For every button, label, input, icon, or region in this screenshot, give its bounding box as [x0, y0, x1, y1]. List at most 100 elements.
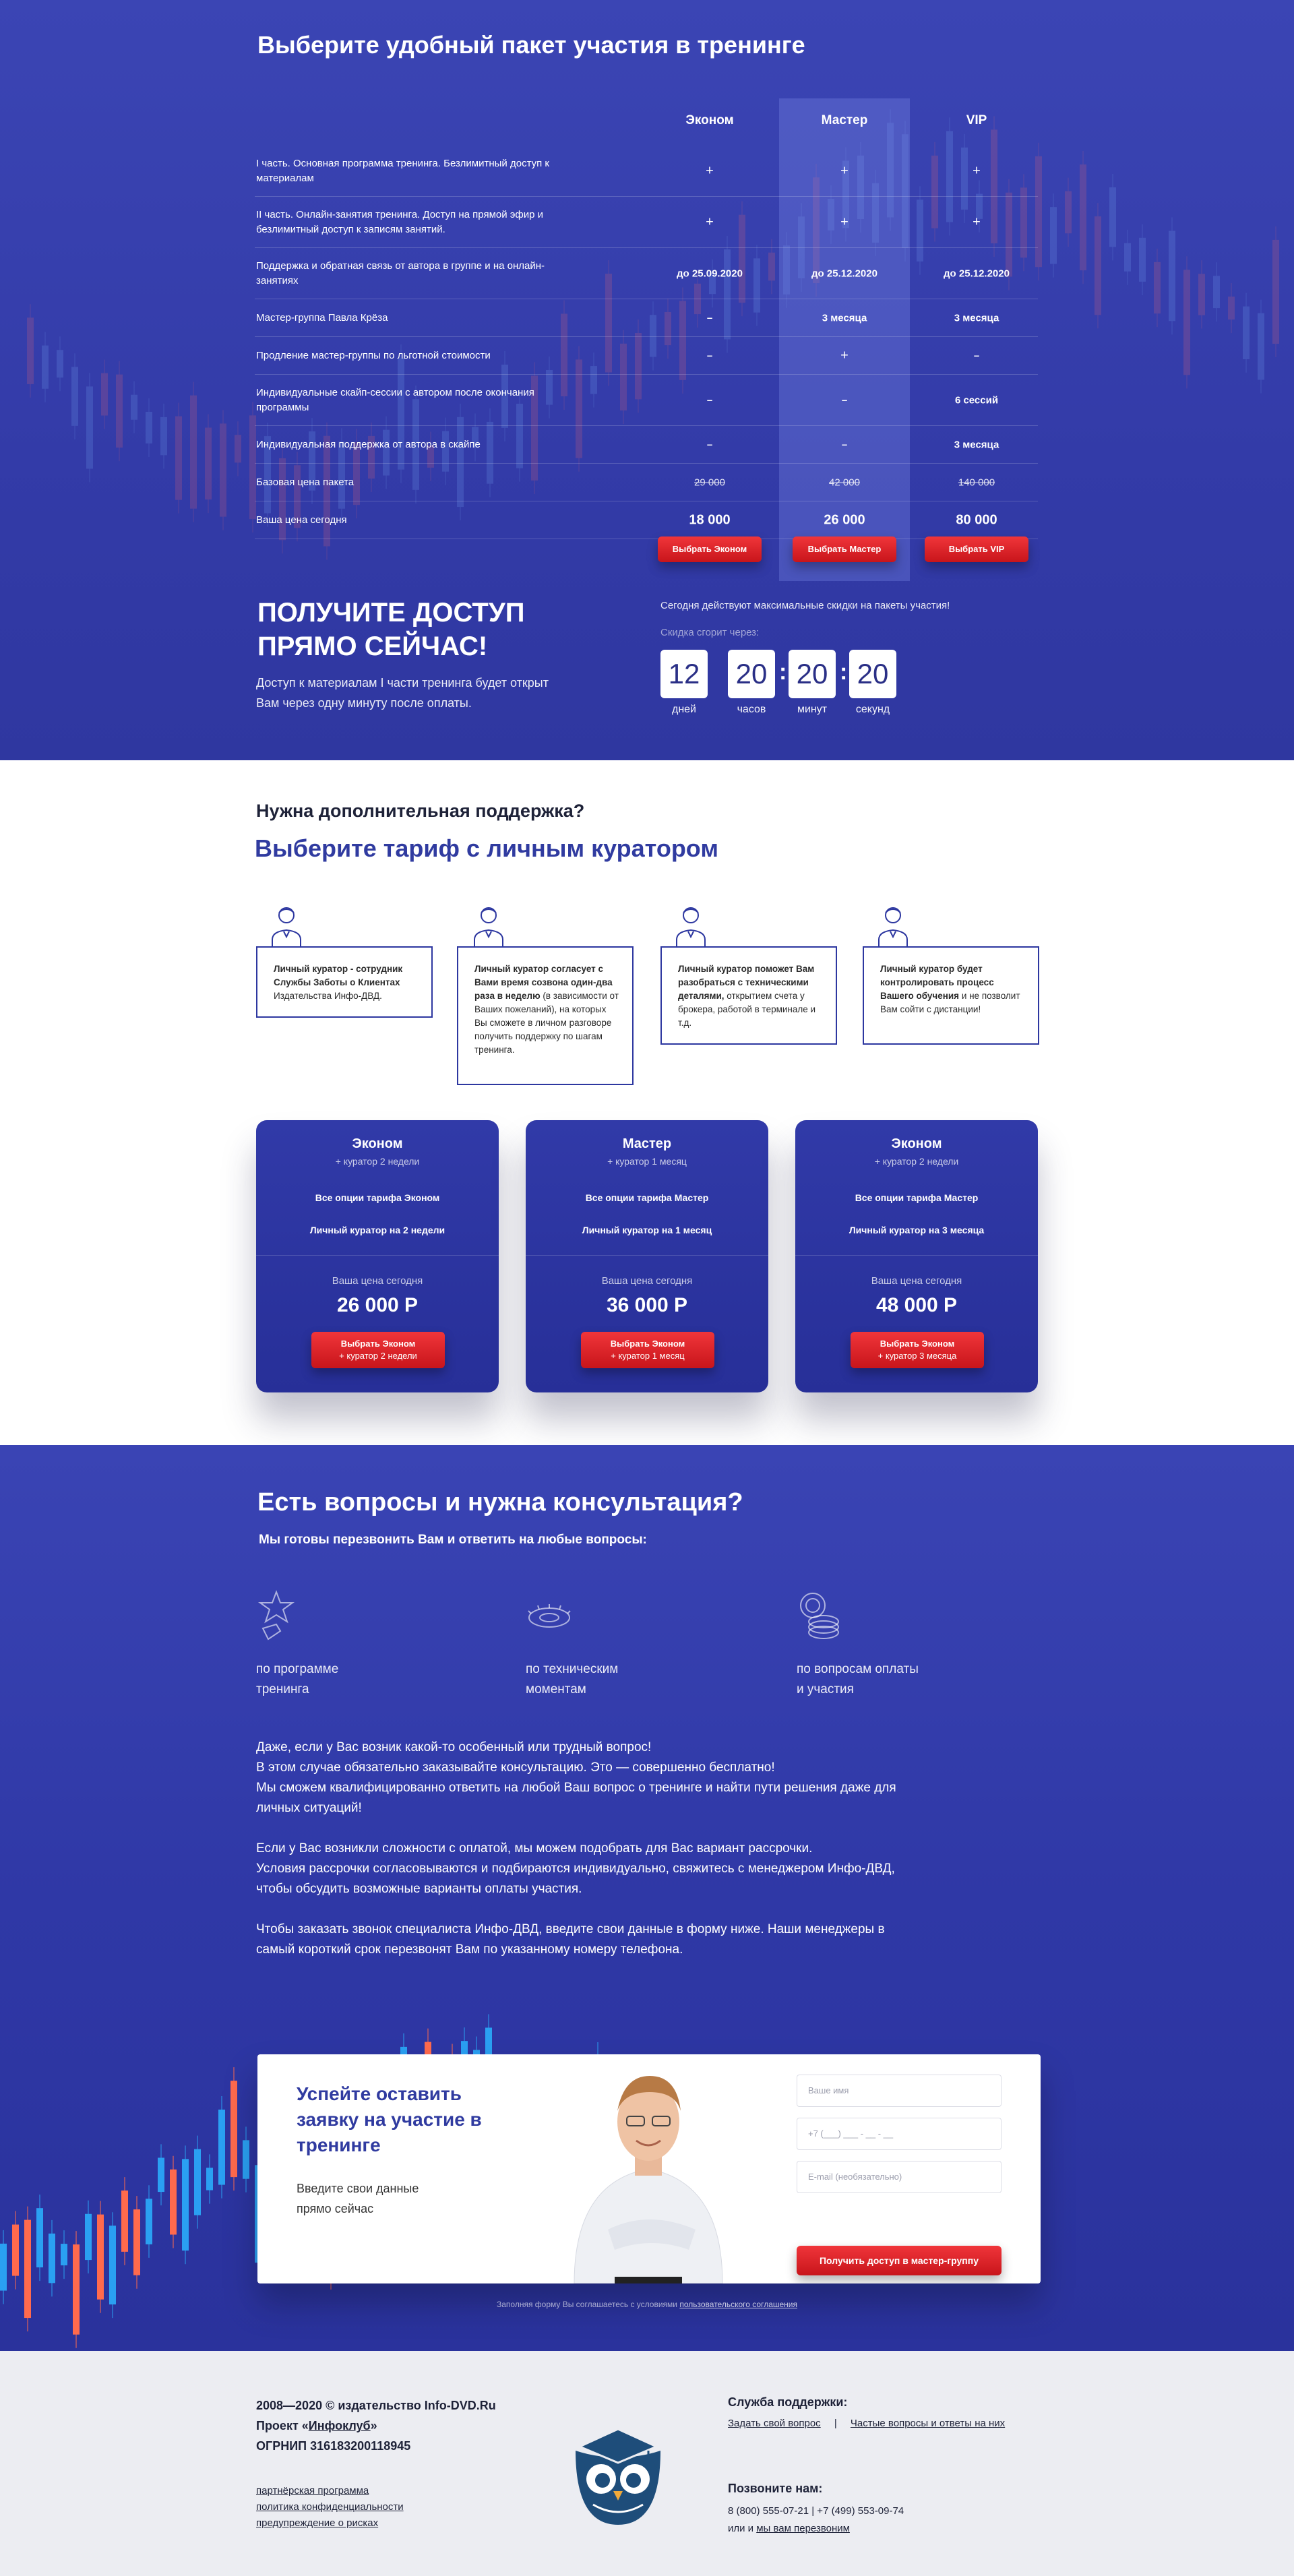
- candle-body: [220, 423, 226, 517]
- tariff-card-econom: Эконом + куратор 2 недели Все опции тари…: [256, 1120, 499, 1392]
- timer-minutes-value: 20: [789, 650, 836, 698]
- candle-body: [61, 2244, 67, 2266]
- timer-days: 12 дней: [660, 650, 708, 716]
- button-label: Выбрать Эконом: [340, 1339, 416, 1349]
- phone-numbers: 8 (800) 555-07-21 | +7 (499) 553-09-74: [728, 2505, 904, 2517]
- timer-seconds-label: секунд: [855, 704, 890, 715]
- topic-program: по программе тренинга: [256, 1659, 338, 1700]
- pricing-cell: 3 месяца: [954, 439, 999, 450]
- pricing-table: Эконом Мастер VIP I часть. Основная прог…: [255, 98, 1038, 539]
- candle-body: [235, 435, 241, 463]
- candle-body: [109, 2226, 116, 2305]
- timer-seconds: 20 секунд: [849, 650, 896, 716]
- access-text-line1: Доступ к материалам I части тренинга буд…: [256, 676, 549, 689]
- candle-body: [206, 2168, 213, 2190]
- discount-text: Сегодня действуют максимальные скидки на…: [660, 600, 950, 611]
- tariff-subtitle: + куратор 2 недели: [874, 1156, 959, 1167]
- pricing-title: Выберите удобный пакет участия в тренинг…: [257, 31, 805, 59]
- pricing-row-label: Мастер-группа Павла Крёза: [256, 311, 388, 324]
- select-vip-button[interactable]: Выбрать VIP: [925, 536, 1028, 562]
- pricing-cell: 6 сессий: [954, 394, 999, 406]
- candle-body: [182, 2159, 189, 2251]
- ask-question-link[interactable]: Задать свой вопрос: [728, 2418, 821, 2429]
- user-agreement-link[interactable]: пользовательского соглашения: [679, 2300, 797, 2309]
- privacy-policy-link[interactable]: политика конфиденциальности: [256, 2499, 404, 2515]
- candle-body: [1080, 164, 1086, 271]
- tariff-subtitle: + куратор 1 месяц: [607, 1156, 687, 1167]
- callback-link[interactable]: мы вам перезвоним: [756, 2523, 850, 2534]
- pricing-row-label: Ваша цена сегодня: [256, 514, 347, 526]
- candle-body: [218, 2109, 225, 2185]
- select-econom-button[interactable]: Выбрать Эконом: [658, 536, 762, 562]
- form-title-line: заявку на участие в: [297, 2109, 482, 2130]
- tariff-option: Личный куратор на 3 месяца: [849, 1225, 985, 1235]
- timer-separator: :: [779, 659, 787, 685]
- candle-body: [170, 2169, 177, 2235]
- candle-body: [205, 427, 212, 500]
- tariff-price-label: Ваша цена сегодня: [601, 1275, 693, 1287]
- divider: [256, 1255, 499, 1256]
- timer-minutes: 20 минут: [789, 650, 836, 716]
- candle-body: [1050, 207, 1057, 264]
- timer-hours-label: часов: [737, 704, 766, 715]
- timer-hours-value: 20: [728, 650, 775, 698]
- button-label: Выбрать Эконом: [610, 1339, 685, 1349]
- pricing-row-label: I часть. Основная программа тренинга. Бе…: [256, 157, 549, 184]
- tariff-select-button[interactable]: Выбрать Эконом + куратор 1 месяц: [581, 1332, 714, 1368]
- candle-body: [0, 2243, 7, 2291]
- form-title-line: Успейте оставить: [297, 2083, 462, 2104]
- candle-body: [133, 2209, 140, 2275]
- footer-links: партнёрская программа политика конфиденц…: [256, 2483, 404, 2532]
- pricing-cell: 80 000: [956, 512, 997, 527]
- candle-body: [1169, 231, 1175, 321]
- phone-input[interactable]: +7 (___) ___ - __ - __: [797, 2118, 1002, 2150]
- consult-subtitle: Мы готовы перезвонить Вам и ответить на …: [259, 1533, 647, 1547]
- access-title: Получите доступ прямо сейчас!: [257, 596, 524, 663]
- candle-body: [1154, 262, 1161, 314]
- pricing-cell: +: [973, 163, 981, 178]
- pricing-cell: 42 000: [829, 477, 860, 488]
- risk-warning-link[interactable]: предупреждение о рисках: [256, 2515, 404, 2532]
- email-input[interactable]: E-mail (необязательно): [797, 2161, 1002, 2193]
- candle-body: [1243, 306, 1250, 359]
- curator-feature-box: Личный куратор будет контролировать проц…: [863, 946, 1039, 1045]
- infoclub-link[interactable]: Инфоклуб: [309, 2419, 371, 2432]
- pricing-row-label: Поддержка и обратная связь от автора в г…: [256, 259, 545, 286]
- select-master-button[interactable]: Выбрать Мастер: [793, 536, 896, 562]
- partner-program-link[interactable]: партнёрская программа: [256, 2483, 404, 2499]
- support-links: Задать свой вопрос | Частые вопросы и от…: [728, 2415, 1005, 2432]
- coins-icon: [800, 1593, 839, 1639]
- agreement-prefix: Заполняя форму Вы соглашаетесь с условия…: [496, 2300, 680, 2309]
- candle-body: [190, 395, 197, 509]
- button-sublabel: + куратор 1 месяц: [611, 1351, 685, 1361]
- consult-paragraph-1: Даже, если у Вас возник какой-то особенн…: [256, 1738, 944, 1818]
- tariff-price: 26 000 Р: [336, 1294, 419, 1316]
- candle-body: [243, 2140, 249, 2179]
- tariff-option: Личный куратор на 2 недели: [309, 1225, 445, 1235]
- pricing-cell: –: [973, 350, 980, 361]
- candle-body: [146, 2199, 152, 2244]
- candle-body: [146, 412, 152, 443]
- submit-button[interactable]: Получить доступ в мастер-группу: [797, 2246, 1002, 2275]
- topic-label: моментам: [526, 1682, 586, 1696]
- column-header-master: Мастер: [821, 113, 868, 127]
- consult-title: Есть вопросы и нужна консультация?: [257, 1488, 743, 1516]
- paragraph-line: Даже, если у Вас возник какой-то особенн…: [256, 1740, 652, 1754]
- pricing-cell: +: [840, 214, 849, 229]
- pricing-row: Поддержка и обратная связь от автора в г…: [255, 248, 1038, 299]
- topic-label: по техническим: [526, 1662, 619, 1676]
- candle-body: [12, 2224, 19, 2276]
- candle-body: [131, 394, 137, 420]
- faq-link[interactable]: Частые вопросы и ответы на них: [851, 2418, 1005, 2429]
- tariff-select-button[interactable]: Выбрать Эконом + куратор 3 месяца: [851, 1332, 984, 1368]
- access-text: Доступ к материалам I части тренинга буд…: [256, 673, 607, 713]
- curator-person-icon: [878, 907, 908, 949]
- candle-body: [101, 373, 108, 416]
- candle-body: [175, 416, 182, 500]
- topic-payment: по вопросам оплаты и участия: [797, 1659, 919, 1700]
- name-input[interactable]: Ваше имя: [797, 2075, 1002, 2107]
- gear-icon: [528, 1604, 571, 1628]
- call-title: Позвоните нам:: [728, 2482, 823, 2495]
- tariff-select-button[interactable]: Выбрать Эконом + куратор 2 недели: [311, 1332, 445, 1368]
- candle-body: [230, 2081, 237, 2178]
